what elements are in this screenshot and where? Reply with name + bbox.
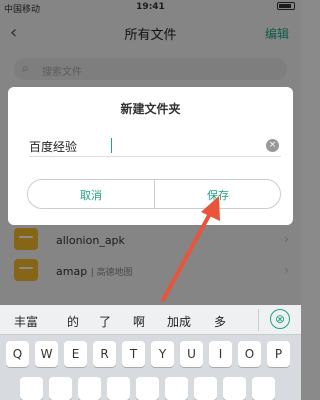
key-i[interactable]: I	[209, 341, 232, 367]
keyboard-key[interactable]	[49, 377, 72, 400]
candidate-item[interactable]: 丰富	[14, 313, 38, 330]
key-w[interactable]: W	[35, 341, 58, 367]
candidate-bar: 丰富 的 了 啊 加成 多 ⊗	[0, 305, 301, 335]
key-r[interactable]: R	[93, 341, 116, 367]
key-o[interactable]: O	[238, 341, 261, 367]
arrow-shaft	[161, 208, 214, 302]
keyboard-key[interactable]	[136, 377, 159, 400]
arrow-head	[201, 196, 220, 221]
candidate-item[interactable]: 啊	[133, 313, 145, 330]
candidate-item[interactable]: 了	[99, 313, 111, 330]
keyboard-key[interactable]	[252, 377, 275, 400]
key-y[interactable]: Y	[151, 341, 174, 367]
key-u[interactable]: U	[180, 341, 203, 367]
keyboard-key[interactable]	[107, 377, 130, 400]
candidate-item[interactable]: 多	[214, 313, 226, 330]
candidate-item[interactable]: 加成	[167, 313, 191, 330]
screen: 中国移动 19:41 ‹ 所有文件 编辑 ⌕ 搜索文件 allonion_apk…	[0, 0, 301, 400]
keyboard-row-2	[0, 377, 301, 400]
key-p[interactable]: P	[267, 341, 290, 367]
keyboard-key[interactable]	[165, 377, 188, 400]
keyboard-key[interactable]	[223, 377, 246, 400]
key-q[interactable]: Q	[6, 341, 29, 367]
keyboard-key[interactable]	[20, 377, 43, 400]
keyboard-key[interactable]	[194, 377, 217, 400]
key-e[interactable]: E	[64, 341, 87, 367]
key-t[interactable]: T	[122, 341, 145, 367]
expand-candidates-icon[interactable]: ⊗	[270, 309, 290, 329]
candidate-separator	[258, 309, 259, 331]
candidate-item[interactable]: 的	[67, 313, 79, 330]
keyboard-key[interactable]	[78, 377, 101, 400]
keyboard: 丰富 的 了 啊 加成 多 ⊗ Q W E R T Y U I O P	[0, 305, 301, 400]
